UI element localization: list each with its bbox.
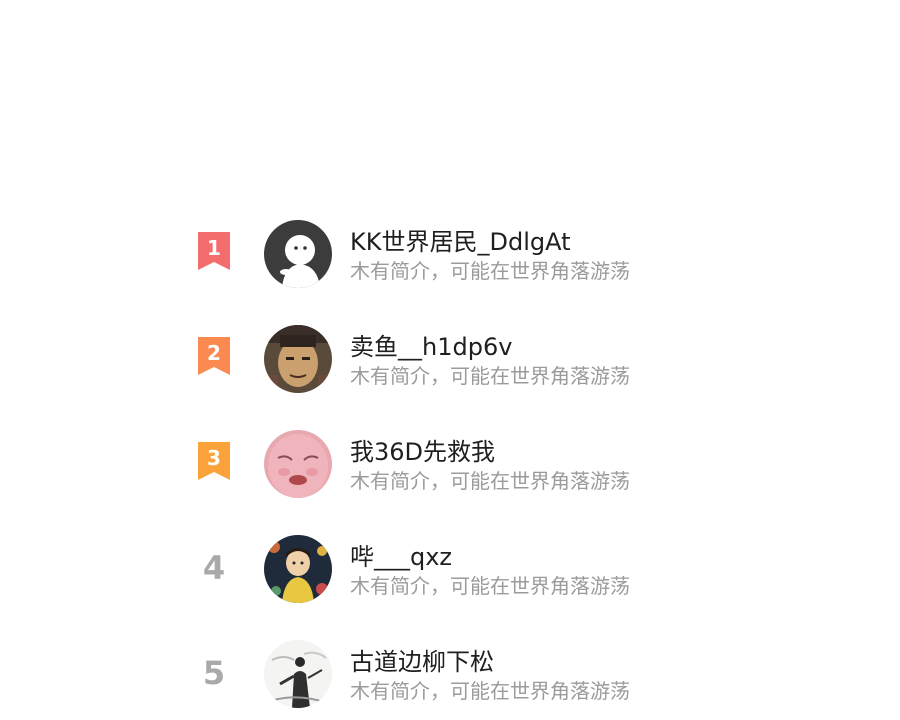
rank-badge: 3 <box>196 440 232 484</box>
rank-number: 4 <box>202 549 226 587</box>
avatar[interactable] <box>264 325 332 393</box>
rank-number: 1 <box>207 236 221 260</box>
user-bio: 木有简介，可能在世界角落游荡 <box>350 679 630 703</box>
ranking-row[interactable]: 5 古道边柳下松 木有简介，可能在世界角落游荡 <box>190 640 710 720</box>
avatar[interactable] <box>264 220 332 288</box>
bookmark-ribbon-icon: 2 <box>198 337 230 375</box>
ranking-row[interactable]: 1 KK世界居民_DdlgAt 木有简介，可能在世界角落游荡 <box>190 220 710 300</box>
user-bio: 木有简介，可能在世界角落游荡 <box>350 574 630 598</box>
ink-figure-avatar-icon <box>264 640 332 708</box>
rank-number: 2 <box>207 341 221 365</box>
crying-face-avatar-icon <box>264 430 332 498</box>
ranking-row[interactable]: 3 我36D先救我 木有简介，可能在世界角落游荡 <box>190 430 710 510</box>
anime-face-avatar-icon <box>264 325 332 393</box>
ranking-list: 1 KK世界居民_DdlgAt 木有简介，可能在世界角落游荡 2 卖鱼__h1d… <box>0 0 900 708</box>
bookmark-ribbon-icon: 3 <box>198 442 230 480</box>
rank-number: 5 <box>202 654 226 692</box>
avatar[interactable] <box>264 535 332 603</box>
user-bio: 木有简介，可能在世界角落游荡 <box>350 364 630 388</box>
bookmark-ribbon-icon: 1 <box>198 232 230 270</box>
ranking-row[interactable]: 4 哔___qxz 木有简介，可能在世界角落游荡 <box>190 535 710 615</box>
rank-number: 3 <box>207 446 221 470</box>
avatar[interactable] <box>264 430 332 498</box>
ranking-row[interactable]: 2 卖鱼__h1dp6v 木有简介，可能在世界角落游荡 <box>190 325 710 405</box>
user-bio: 木有简介，可能在世界角落游荡 <box>350 259 630 283</box>
user-name[interactable]: 我36D先救我 <box>350 432 495 467</box>
user-name[interactable]: KK世界居民_DdlgAt <box>350 222 571 257</box>
rank-badge: 2 <box>196 335 232 379</box>
rank-badge: 1 <box>196 230 232 274</box>
child-art-avatar-icon <box>264 535 332 603</box>
user-name[interactable]: 卖鱼__h1dp6v <box>350 327 512 362</box>
avatar[interactable] <box>264 640 332 708</box>
ghost-avatar-icon <box>264 220 332 288</box>
user-name[interactable]: 古道边柳下松 <box>350 642 494 677</box>
user-name[interactable]: 哔___qxz <box>350 537 452 572</box>
user-bio: 木有简介，可能在世界角落游荡 <box>350 469 630 493</box>
